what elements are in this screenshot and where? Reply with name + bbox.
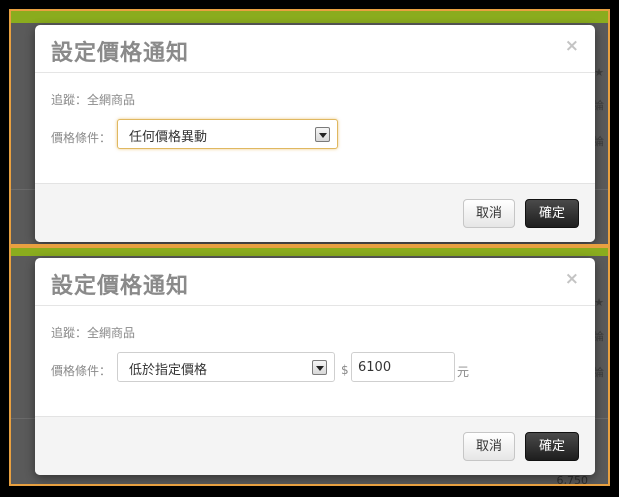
target-price-input[interactable] <box>351 352 455 382</box>
tracking-text: 追蹤：全網商品 <box>51 93 136 107</box>
dialog-title: 設定價格通知 <box>51 41 190 66</box>
price-condition-label: 價格條件： <box>51 364 112 378</box>
price-condition-select[interactable]: 任何價格異動 <box>117 119 338 149</box>
dialog-header: 設定價格通知 × <box>35 25 595 73</box>
dialog-title: 設定價格通知 <box>51 274 190 299</box>
dialog-body: 追蹤：全網商品 價格條件： 低於指定價格 $ 元 <box>35 306 595 416</box>
dialog-body: 追蹤：全網商品 價格條件： 任何價格異動 <box>35 73 595 183</box>
price-condition-selected-value: 任何價格異動 <box>129 130 208 145</box>
chevron-down-icon[interactable] <box>312 360 327 375</box>
background-price-text: 6,750 <box>556 474 589 486</box>
dialog-footer: 取消 確定 <box>35 416 595 475</box>
chevron-down-icon[interactable] <box>315 127 330 142</box>
background-star-icon: ★ <box>594 66 604 79</box>
price-condition-label: 價格條件： <box>51 131 112 145</box>
price-condition-select[interactable]: 低於指定價格 <box>117 352 335 382</box>
price-unit-label: 元 <box>457 365 470 379</box>
price-condition-selected-value: 低於指定價格 <box>129 363 208 378</box>
price-alert-dialog: 設定價格通知 × 追蹤：全網商品 價格條件： 低於指定價格 $ 元 取消 確定 <box>35 258 595 475</box>
page-top-bar <box>11 248 608 256</box>
tracking-text: 追蹤：全網商品 <box>51 326 136 340</box>
price-alert-dialog: 設定價格通知 × 追蹤：全網商品 價格條件： 任何價格異動 取消 確定 <box>35 25 595 242</box>
cancel-button[interactable]: 取消 <box>463 199 515 228</box>
dialog-footer: 取消 確定 <box>35 183 595 242</box>
close-icon[interactable]: × <box>565 36 579 56</box>
currency-symbol: $ <box>341 363 349 377</box>
cancel-button[interactable]: 取消 <box>463 432 515 461</box>
close-icon[interactable]: × <box>565 269 579 289</box>
dialog-header: 設定價格通知 × <box>35 258 595 306</box>
confirm-button[interactable]: 確定 <box>525 432 579 461</box>
confirm-button[interactable]: 確定 <box>525 199 579 228</box>
background-star-icon: ★ <box>594 296 604 309</box>
page-top-bar <box>11 11 608 23</box>
screenshot-panel-2: ★ 論 論 6,750 設定價格通知 × 追蹤：全網商品 價格條件： 低於指定價… <box>9 246 610 486</box>
screenshot-panel-1: ★ 論 論 設定價格通知 × 追蹤：全網商品 價格條件： 任何價格異動 取消 確… <box>9 9 610 246</box>
